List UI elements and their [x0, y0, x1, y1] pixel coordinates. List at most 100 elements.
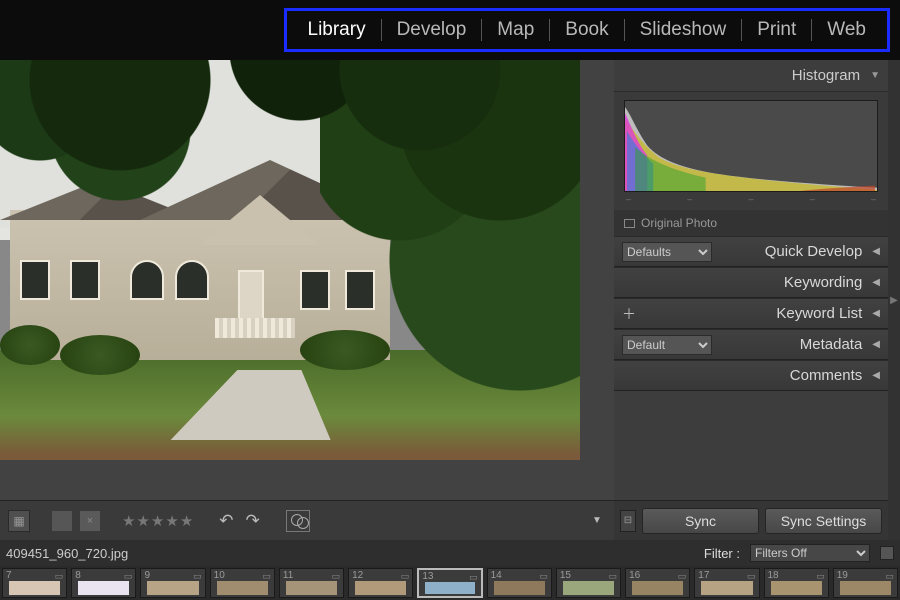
- panel-filler: [614, 391, 888, 500]
- left-column: ▦ ★★★★★ ↶ ↷ ▼: [0, 60, 614, 540]
- rotate-cw-icon[interactable]: ↷: [244, 511, 262, 531]
- filmstrip-thumb[interactable]: 9▭: [140, 568, 205, 598]
- quick-develop-header[interactable]: Defaults Quick Develop ◀: [614, 236, 888, 267]
- metadata-preset-select[interactable]: Default: [622, 335, 712, 355]
- chevron-left-icon: ◀: [872, 308, 880, 319]
- metadata-label: Metadata: [800, 336, 863, 353]
- module-tab-library[interactable]: Library: [293, 19, 381, 41]
- thumb-index: 14: [491, 570, 502, 581]
- thumb-index: 13: [422, 571, 433, 582]
- thumb-image: [632, 581, 683, 595]
- keywording-label: Keywording: [784, 274, 862, 291]
- module-tab-map[interactable]: Map: [482, 19, 549, 41]
- thumb-image: [286, 581, 337, 595]
- filmstrip-thumb[interactable]: 17▭: [694, 568, 759, 598]
- keywording-header[interactable]: Keywording ◀: [614, 267, 888, 298]
- original-photo-label: Original Photo: [641, 216, 717, 230]
- star-icon[interactable]: ★: [180, 512, 193, 530]
- quick-develop-preset-select[interactable]: Defaults: [622, 242, 712, 262]
- view-mode-button[interactable]: ▦: [8, 510, 30, 532]
- loupe-toolbar: ▦ ★★★★★ ↶ ↷ ▼: [0, 500, 614, 540]
- flag-pick[interactable]: [52, 511, 72, 531]
- module-tab-slideshow[interactable]: Slideshow: [625, 19, 742, 41]
- thumb-index: 16: [629, 570, 640, 581]
- star-icon[interactable]: ★: [136, 512, 149, 530]
- module-tab-web[interactable]: Web: [812, 19, 881, 41]
- thumb-image: [147, 581, 198, 595]
- thumb-image: [9, 581, 60, 595]
- people-view-button[interactable]: [286, 510, 310, 532]
- filmstrip-thumb[interactable]: 11▭: [279, 568, 344, 598]
- thumb-index: 9: [144, 570, 150, 581]
- thumb-index: 11: [283, 570, 293, 581]
- thumb-index: 19: [837, 570, 848, 581]
- thumb-image: [701, 581, 752, 595]
- filmstrip-thumb[interactable]: 19▭: [833, 568, 898, 598]
- filmstrip[interactable]: 7▭8▭9▭10▭11▭12▭13▭14▭15▭16▭17▭18▭19▭: [0, 566, 900, 600]
- image-preview[interactable]: [0, 60, 580, 460]
- top-bar: LibraryDevelopMapBookSlideshowPrintWeb: [0, 0, 900, 60]
- keyword-list-label: Keyword List: [776, 305, 862, 322]
- add-keyword-icon[interactable]: ＋: [622, 304, 636, 324]
- thumb-index: 7: [6, 570, 12, 581]
- filter-lock-icon[interactable]: [880, 546, 894, 560]
- filmstrip-thumb[interactable]: 14▭: [487, 568, 552, 598]
- flag-reject[interactable]: [80, 511, 100, 531]
- status-bar: 409451_960_720.jpg Filter : Filters Off: [0, 540, 900, 566]
- main-area: ▦ ★★★★★ ↶ ↷ ▼ Histogram ▼: [0, 60, 900, 540]
- histogram-graph[interactable]: [624, 100, 878, 192]
- rating-stars[interactable]: ★★★★★: [122, 512, 193, 530]
- filmstrip-thumb[interactable]: 18▭: [764, 568, 829, 598]
- thumb-image: [840, 581, 891, 595]
- filmstrip-thumb[interactable]: 7▭: [2, 568, 67, 598]
- keyword-list-header[interactable]: ＋ Keyword List ◀: [614, 298, 888, 329]
- sync-toggle[interactable]: ⊟: [620, 510, 636, 532]
- thumb-index: 8: [75, 570, 81, 581]
- sync-button[interactable]: Sync: [642, 508, 759, 534]
- module-tab-book[interactable]: Book: [550, 19, 623, 41]
- original-photo-row[interactable]: Original Photo: [614, 210, 888, 236]
- comments-label: Comments: [790, 367, 863, 384]
- chevron-left-icon: ◀: [872, 246, 880, 257]
- thumb-image: [771, 581, 822, 595]
- histogram-ticks: –––––: [624, 192, 878, 204]
- module-picker: LibraryDevelopMapBookSlideshowPrintWeb: [284, 8, 891, 52]
- thumb-index: 10: [214, 570, 225, 581]
- right-column: Histogram ▼ –––––: [614, 60, 900, 540]
- thumb-image: [494, 581, 545, 595]
- right-panels: Histogram ▼ –––––: [614, 60, 888, 540]
- filmstrip-thumb[interactable]: 12▭: [348, 568, 413, 598]
- filmstrip-thumb[interactable]: 10▭: [210, 568, 275, 598]
- module-tab-develop[interactable]: Develop: [382, 19, 482, 41]
- thumb-index: 17: [698, 570, 709, 581]
- thumb-image: [355, 581, 406, 595]
- filter-label: Filter :: [704, 546, 740, 561]
- histogram-body: –––––: [614, 92, 888, 210]
- histogram-header[interactable]: Histogram ▼: [614, 60, 888, 92]
- preview-wrap: [0, 60, 614, 500]
- star-icon[interactable]: ★: [122, 512, 135, 530]
- chevron-left-icon: ◀: [872, 339, 880, 350]
- rotate-ccw-icon[interactable]: ↶: [217, 511, 235, 531]
- sync-row: ⊟ Sync Sync Settings: [614, 500, 888, 540]
- filmstrip-thumb[interactable]: 13▭: [417, 568, 482, 598]
- current-filename: 409451_960_720.jpg: [6, 546, 128, 561]
- filmstrip-thumb[interactable]: 16▭: [625, 568, 690, 598]
- star-icon[interactable]: ★: [165, 512, 178, 530]
- filmstrip-thumb[interactable]: 15▭: [556, 568, 621, 598]
- filter-select[interactable]: Filters Off: [750, 544, 870, 562]
- thumb-image: [425, 582, 474, 594]
- filmstrip-thumb[interactable]: 8▭: [71, 568, 136, 598]
- sync-settings-button[interactable]: Sync Settings: [765, 508, 882, 534]
- star-icon[interactable]: ★: [151, 512, 164, 530]
- thumb-image: [563, 581, 614, 595]
- metadata-header[interactable]: Default Metadata ◀: [614, 329, 888, 360]
- module-tab-print[interactable]: Print: [742, 19, 811, 41]
- toolbar-menu-icon[interactable]: ▼: [588, 512, 606, 530]
- comments-header[interactable]: Comments ◀: [614, 360, 888, 391]
- thumb-image: [78, 581, 129, 595]
- thumb-image: [217, 581, 268, 595]
- thumb-index: 15: [560, 570, 571, 581]
- right-panel-collapse[interactable]: ▶: [888, 60, 900, 540]
- quick-develop-label: Quick Develop: [765, 243, 863, 260]
